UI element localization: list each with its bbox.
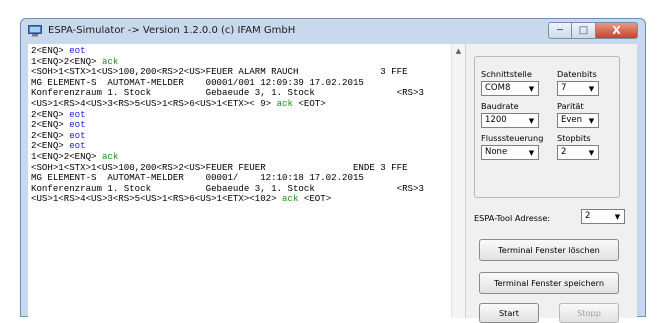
terminal-text: MG ELEMENT-S AUTOMAT-MELDER 00001/001 12… xyxy=(31,76,364,88)
terminal-text: 2<ENQ> xyxy=(31,140,70,152)
scroll-up-icon[interactable]: ▲ xyxy=(452,45,465,57)
terminal-text: <US>1<RS>4<US>3<RS>5<US>1<RS>6<US>1<ETX>… xyxy=(31,97,277,109)
datenbits-select[interactable]: 7 ▼ xyxy=(557,81,599,96)
paritaet-value: Even xyxy=(561,115,583,125)
close-button[interactable]: X xyxy=(596,22,638,39)
terminal-text: 2<ENQ> xyxy=(31,108,70,120)
terminal-text: 2<ENQ> xyxy=(31,119,70,131)
title-bar[interactable]: ESPA-Simulator -> Version 1.2.0.0 (c) IF… xyxy=(21,19,645,45)
app-icon xyxy=(28,25,42,37)
minimize-button[interactable]: ─ xyxy=(548,22,572,39)
terminal-line: 2<ENQ> eot xyxy=(31,129,452,142)
terminal-line: 2<ENQ> eot xyxy=(31,119,452,131)
terminal-text: <SOH>1<STX>1<US>100,200<RS>2<US>FEUER FE… xyxy=(31,161,408,173)
schnittstelle-label: Schnittstelle xyxy=(481,69,532,79)
chevron-down-icon[interactable]: ▼ xyxy=(586,147,597,158)
maximize-button[interactable]: □ xyxy=(572,22,596,39)
flusssteuerung-select[interactable]: None ▼ xyxy=(481,145,539,160)
terminal-text: Konferenzraum 1. Stock Gebaeude 3, 1. St… xyxy=(31,87,424,99)
chevron-down-icon[interactable]: ▼ xyxy=(526,147,537,158)
terminal-line: <US>1<RS>4<US>3<RS>5<US>1<RS>6<US>1<ETX>… xyxy=(31,97,452,110)
ack-token: ack xyxy=(282,193,299,205)
chevron-down-icon[interactable]: ▼ xyxy=(586,115,597,126)
ack-token: ack xyxy=(276,97,293,109)
datenbits-value: 7 xyxy=(561,83,567,93)
eot-token: eot xyxy=(69,129,86,141)
ack-token: ack xyxy=(101,55,119,67)
terminal-text: <EOT> xyxy=(298,193,332,205)
terminal-text: <SOH>1<STX>1<US>100,200<RS>2<US>FEUER AL… xyxy=(31,66,408,78)
flusssteuerung-value: None xyxy=(485,147,508,157)
terminal-log: 2<ENQ> eot 1<ENQ>2<ENQ> ack <SOH>1<STX>1<U… xyxy=(31,45,452,205)
chevron-down-icon[interactable]: ▼ xyxy=(526,83,537,94)
window-client: 2<ENQ> eot 1<ENQ>2<ENQ> ack <SOH>1<STX>1<U… xyxy=(28,44,637,323)
datenbits-label: Datenbits xyxy=(557,69,597,79)
paritaet-label: Parität xyxy=(557,101,584,111)
terminal-window[interactable]: 2<ENQ> eot 1<ENQ>2<ENQ> ack <SOH>1<STX>1<U… xyxy=(28,44,466,318)
paritaet-select[interactable]: Even ▼ xyxy=(557,113,599,128)
chevron-down-icon[interactable]: ▼ xyxy=(612,211,623,222)
terminal-text: 2<ENQ> xyxy=(31,45,70,56)
espa-adresse-select[interactable]: 2 ▼ xyxy=(581,209,625,224)
schnittstelle-select[interactable]: COM8 ▼ xyxy=(481,81,539,96)
terminal-line: 2<ENQ> eot xyxy=(31,108,452,121)
stopbits-select[interactable]: 2 ▼ xyxy=(557,145,599,160)
vertical-scrollbar[interactable]: ▲ xyxy=(451,44,465,318)
baudrate-label: Baudrate xyxy=(481,101,519,111)
window-title: ESPA-Simulator -> Version 1.2.0.0 (c) IF… xyxy=(48,25,296,36)
terminal-line: <US>1<RS>4<US>3<RS>5<US>1<RS>6<US>1<ETX>… xyxy=(31,194,452,205)
baudrate-value: 1200 xyxy=(485,115,507,125)
eot-token: eot xyxy=(69,140,86,152)
app-window: ESPA-Simulator -> Version 1.2.0.0 (c) IF… xyxy=(20,18,646,323)
port-settings-group: Schnittstelle Datenbits COM8 ▼ 7 ▼ Baudr… xyxy=(474,56,620,198)
stopbits-label: Stopbits xyxy=(557,133,591,143)
terminal-text: 2<ENQ> xyxy=(31,129,70,141)
start-button[interactable]: Start xyxy=(479,303,539,323)
terminal-text: Konferenzraum 1. Stock Gebaeude 3, 1. St… xyxy=(31,182,424,194)
ack-token: ack xyxy=(101,150,119,162)
chevron-down-icon[interactable]: ▼ xyxy=(526,115,537,126)
espa-adresse-value: 2 xyxy=(585,211,591,221)
eot-token: eot xyxy=(69,108,86,120)
terminal-text: 1<ENQ>2<ENQ> xyxy=(31,150,102,162)
terminal-text: MG ELEMENT-S AUTOMAT-MELDER 00001/ 12:10… xyxy=(31,172,364,184)
baudrate-select[interactable]: 1200 ▼ xyxy=(481,113,539,128)
clear-terminal-button[interactable]: Terminal Fenster löschen xyxy=(479,239,619,261)
chevron-down-icon[interactable]: ▼ xyxy=(586,83,597,94)
schnittstelle-value: COM8 xyxy=(485,83,511,93)
stop-button[interactable]: Stopp xyxy=(559,303,619,323)
flusssteuerung-label: Flusssteuerung xyxy=(481,133,544,143)
terminal-text: 1<ENQ>2<ENQ> xyxy=(31,55,102,67)
eot-token: eot xyxy=(69,119,86,131)
window-controls: ─ □ X xyxy=(548,22,638,39)
stopbits-value: 2 xyxy=(561,147,567,157)
espa-adresse-label: ESPA-Tool Adresse: xyxy=(474,213,551,223)
terminal-text: <US>1<RS>4<US>3<RS>5<US>1<RS>6<US>1<ETX>… xyxy=(31,193,283,205)
terminal-text: <EOT> xyxy=(292,97,326,109)
eot-token: eot xyxy=(69,45,86,56)
save-terminal-button[interactable]: Terminal Fenster speichern xyxy=(479,272,619,294)
